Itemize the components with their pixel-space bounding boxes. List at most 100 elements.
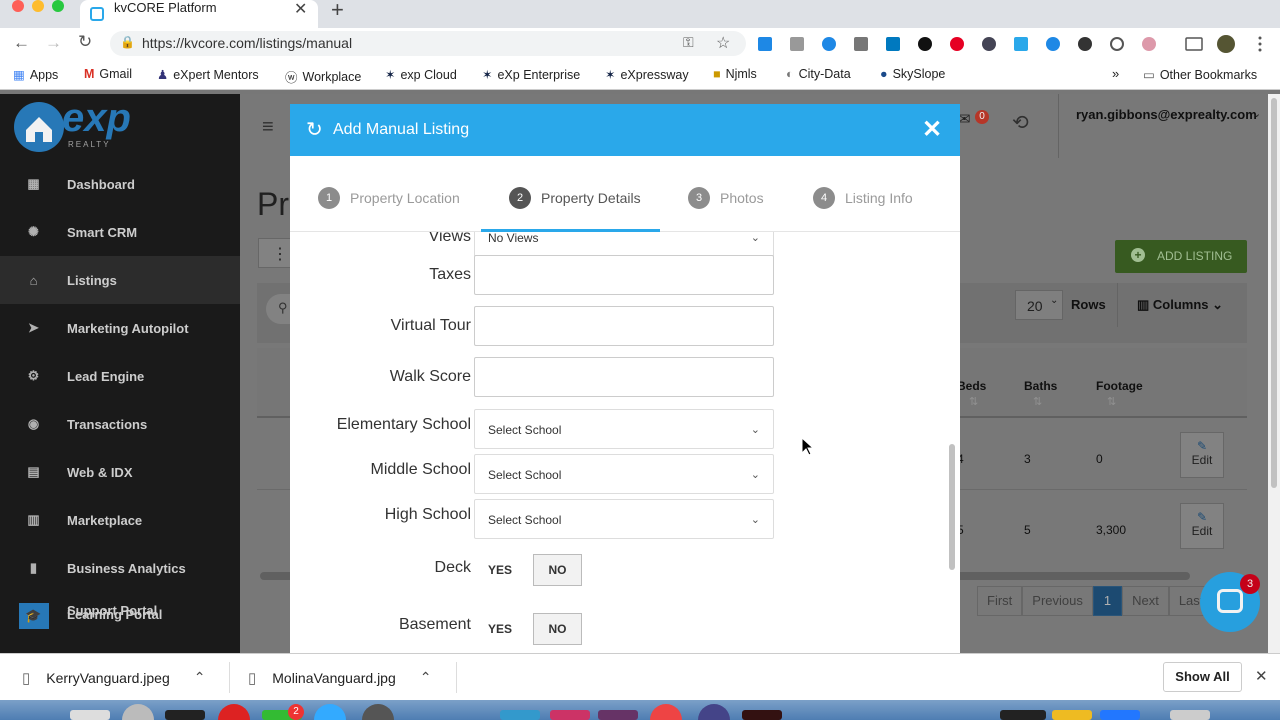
file-icon: ▯ [248,669,257,687]
step-label: Photos [720,190,764,206]
exp-enterprise-icon: ✶ [482,68,493,82]
bookmark-city-data[interactable]: ◐ City-Data [786,67,851,81]
download-divider [456,662,457,693]
bookmark-label: eXpressway [620,67,689,82]
deck-yes-button[interactable]: YES [476,554,524,586]
views-select[interactable]: No Views ⌄ [474,232,774,257]
step-label: Property Location [350,190,460,206]
chevron-down-icon: ⌄ [750,514,760,526]
bookmark-label: Apps [29,67,59,82]
mouse-cursor-icon [801,437,815,456]
more-bookmarks-icon[interactable]: » [1112,66,1119,81]
views-row: Views No Views ⌄ [290,232,960,257]
add-manual-listing-modal: ↻ Add Manual Listing ✕ 1 Property Locatio… [290,104,960,653]
deck-no-button[interactable]: NO [533,554,582,586]
taxes-input[interactable] [474,255,774,295]
downloads-close-icon[interactable]: ✕ [1255,667,1268,685]
window-close-button[interactable] [12,0,24,12]
deck-row: Deck YES NO [290,554,960,594]
bookmark-label: Workplace [302,69,362,84]
download-item[interactable]: ▯ KerryVanguard.jpeg ⌃ [22,654,205,701]
browser-tab-strip: kvCORE Platform ✕ + [0,0,1280,28]
download-filename: KerryVanguard.jpeg [46,669,170,686]
back-icon[interactable]: ← [13,33,30,53]
window-minimize-button[interactable] [32,0,44,12]
high-school-label: High School [384,506,471,523]
middle-school-value: Select School [488,468,562,482]
other-bookmarks-label: Other Bookmarks [1159,67,1258,82]
forward-icon[interactable]: → [45,33,62,53]
download-item[interactable]: ▯ MolinaVanguard.jpg ⌃ [248,654,432,701]
bookmark-exp-enterprise[interactable]: ✶ eXp Enterprise [482,67,581,83]
extension-icon-row [758,35,1262,53]
basement-yes-button[interactable]: YES [476,613,524,645]
step-property-details[interactable]: 2 Property Details [509,187,641,209]
bookmark-label: Njmls [725,67,757,81]
workplace-icon: ⓦ [285,71,298,85]
step-label: Listing Info [845,190,913,206]
bookmark-exp-cloud[interactable]: ✶ exp Cloud [385,67,457,83]
page-scrollbar-track[interactable] [1268,94,1280,653]
key-icon[interactable]: ⚿ [683,34,694,51]
modal-scrollbar-track[interactable] [941,232,960,653]
high-school-select[interactable]: Select School ⌄ [474,499,774,539]
property-details-form: Views No Views ⌄ Taxes Virtual Tour Walk … [290,232,960,653]
step-number: 1 [318,187,340,209]
bookmarks-bar: ▦ Apps M Gmail ♟ eXpert Mentors ⓦ Workplace … [0,60,1280,90]
step-property-location[interactable]: 1 Property Location [318,187,460,209]
address-bar[interactable]: 🔒 https://kvcore.com/listings/manual ⚿ ☆ [110,31,746,56]
chevron-up-icon[interactable]: ⌃ [194,669,206,686]
chevron-up-icon[interactable]: ⌃ [420,669,432,686]
chevron-down-icon: ⌄ [750,469,760,481]
bookmark-njmls[interactable]: ■ Njmls [713,67,757,81]
high-school-value: Select School [488,513,562,527]
dock-app-icons [70,704,1210,720]
browser-tab[interactable]: kvCORE Platform ✕ [80,0,318,28]
step-number: 4 [813,187,835,209]
middle-school-select[interactable]: Select School ⌄ [474,454,774,494]
page-scrollbar-thumb[interactable] [1271,98,1277,488]
refresh-icon: ↻ [306,119,323,141]
url-text: https://kvcore.com/listings/manual [142,35,353,51]
new-tab-button[interactable]: + [331,0,344,23]
tab-close-icon[interactable]: ✕ [294,0,307,19]
bookmark-label: exp Cloud [400,67,457,82]
basement-row: Basement YES NO [290,613,960,653]
other-bookmarks[interactable]: ▭ Other Bookmarks [1143,67,1258,83]
bookmark-apps[interactable]: ▦ Apps [13,67,59,83]
virtual-tour-label: Virtual Tour [390,317,471,334]
bookmark-skyslope[interactable]: ● SkySlope [880,67,945,81]
walk-score-row: Walk Score [290,357,960,397]
modal-close-icon[interactable]: ✕ [922,115,942,144]
file-icon: ▯ [22,669,31,687]
bookmark-gmail[interactable]: M Gmail [84,67,132,81]
step-photos[interactable]: 3 Photos [688,187,764,209]
window-maximize-button[interactable] [52,0,64,12]
bookmark-label: City-Data [798,67,851,81]
apps-grid-icon: ▦ [13,68,25,82]
walk-score-input[interactable] [474,357,774,397]
downloads-bar: ▯ KerryVanguard.jpeg ⌃ ▯ MolinaVanguard.… [0,653,1280,700]
step-label: Property Details [541,190,641,206]
bookmark-expressway[interactable]: ✶ eXpressway [605,67,689,83]
expert-mentors-icon: ♟ [157,68,169,82]
modal-scrollbar-thumb[interactable] [949,444,955,570]
bookmark-workplace[interactable]: ⓦ Workplace [285,67,361,86]
bookmark-label: eXp Enterprise [497,67,581,82]
taxes-row: Taxes [290,255,960,295]
kvcore-favicon-icon [90,7,104,21]
basement-no-button[interactable]: NO [533,613,582,645]
chevron-down-icon: ⌄ [750,424,760,436]
modal-header: ↻ Add Manual Listing ✕ [290,104,960,156]
download-filename: MolinaVanguard.jpg [272,669,396,686]
show-all-button[interactable]: Show All [1163,662,1242,692]
elementary-school-value: Select School [488,423,562,437]
virtual-tour-input[interactable] [474,306,774,346]
bookmark-expert-mentors[interactable]: ♟ eXpert Mentors [157,67,259,83]
reload-icon[interactable]: ↻ [78,32,92,52]
star-icon[interactable]: ☆ [716,33,730,53]
step-listing-info[interactable]: 4 Listing Info [813,187,913,209]
wizard-steps: 1 Property Location 2 Property Details 3 Ph… [290,156,960,232]
njmls-icon: ■ [713,67,721,81]
elementary-school-select[interactable]: Select School ⌄ [474,409,774,449]
